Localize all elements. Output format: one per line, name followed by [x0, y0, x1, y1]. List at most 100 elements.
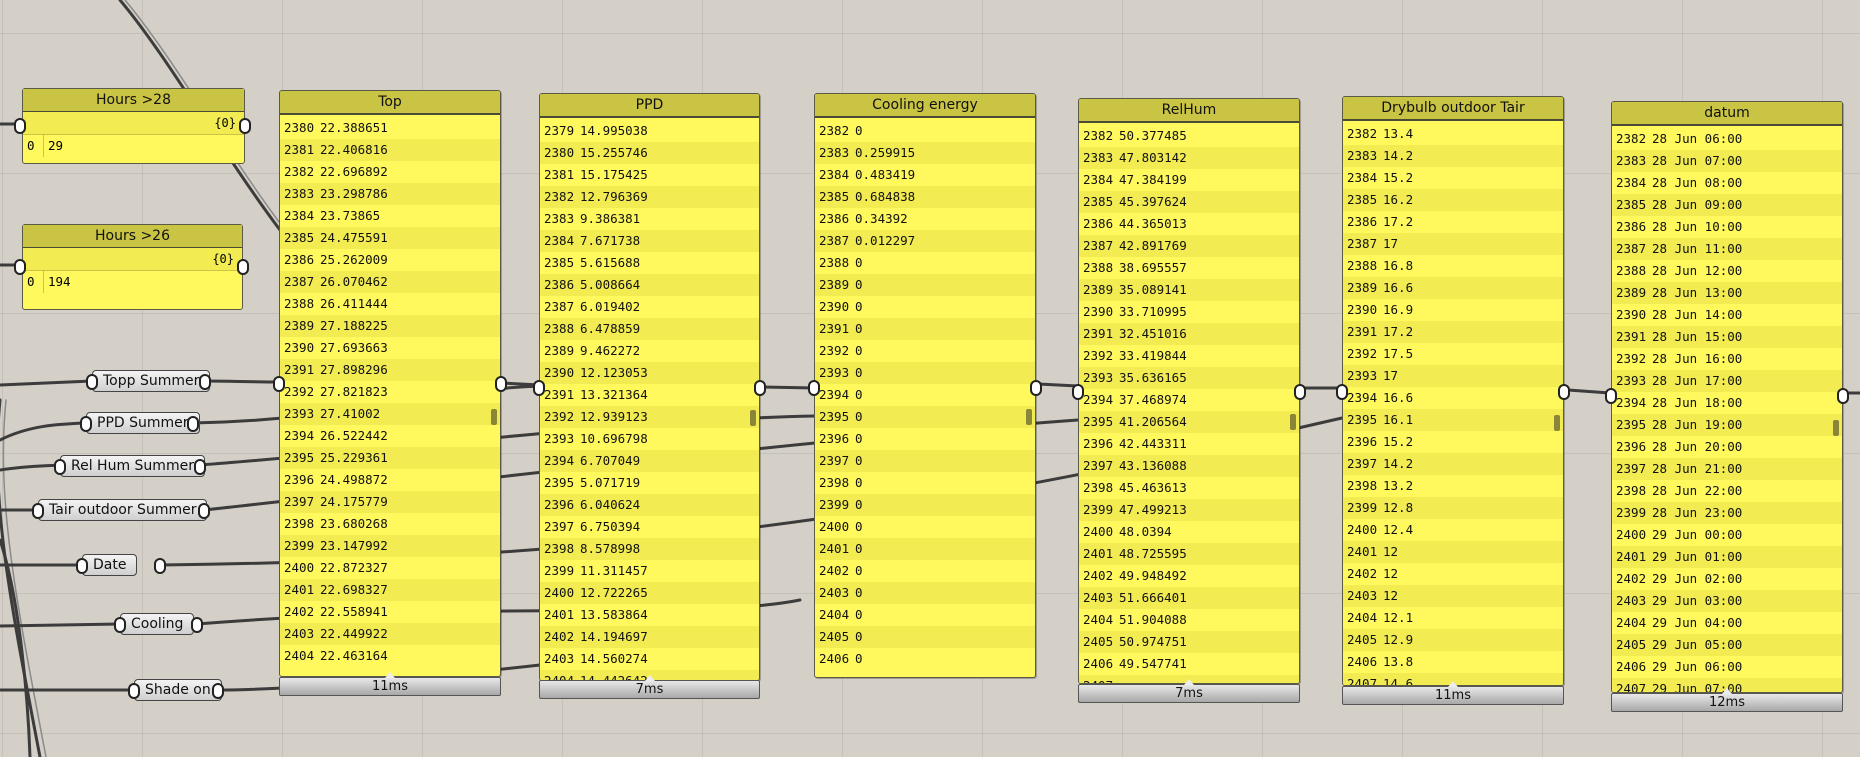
scrollbar-thumb[interactable] [491, 409, 497, 425]
output-port[interactable] [237, 259, 249, 275]
panel-ppd[interactable]: PPD 2379 14.995038 2380 15.255746 2381 15.175… [539, 93, 760, 681]
table-row: 2386 25.262009 [280, 249, 500, 271]
input-port[interactable] [808, 380, 820, 396]
output-port[interactable] [154, 558, 166, 574]
row-index: 2401 [1347, 544, 1378, 559]
row-value: 0 [855, 321, 863, 336]
row-value: 0 [855, 651, 863, 666]
row-list[interactable]: 2380 22.388651 2381 22.406816 2382 22.696892 2… [280, 117, 500, 676]
input-port[interactable] [14, 259, 26, 275]
row-value: 12.939123 [580, 409, 648, 424]
table-row: 2394 37.468974 [1079, 389, 1299, 411]
row-index: 2395 [1083, 414, 1114, 429]
param-topp-summer[interactable]: Topp Summer [92, 370, 211, 392]
scrollbar-thumb[interactable] [1554, 415, 1560, 431]
input-port[interactable] [86, 374, 98, 390]
param-rel-hum-summer[interactable]: Rel Hum Summer [60, 455, 205, 477]
table-row: 2390 33.710995 [1079, 301, 1299, 323]
row-value: 28 Jun 18:00 [1652, 395, 1743, 410]
panel-datum[interactable]: datum 2382 28 Jun 06:00 2383 28 Jun 07:00 23… [1611, 101, 1843, 693]
input-port[interactable] [1072, 384, 1084, 400]
row-index: 2392 [819, 343, 850, 358]
table-row: 2401 12 [1343, 541, 1563, 563]
table-row: 2398 45.463613 [1079, 477, 1299, 499]
output-port[interactable] [754, 380, 766, 396]
output-port[interactable] [239, 118, 251, 134]
param-date[interactable]: Date [82, 554, 138, 576]
table-row: 2382 0 [815, 120, 1035, 142]
table-row: 2387 6.019402 [540, 296, 759, 318]
row-index: 2396 [1083, 436, 1114, 451]
row-index: 2384 [544, 233, 575, 248]
row-value: 14.194697 [580, 629, 648, 644]
hours-over-28-panel[interactable]: Hours >28 {0} 0 29 [22, 88, 245, 164]
table-row: 2389 0 [815, 274, 1035, 296]
output-port[interactable] [187, 416, 199, 432]
row-value: 0 [855, 299, 863, 314]
param-shade-on[interactable]: Shade on [134, 679, 222, 701]
panel-cooling-energy[interactable]: Cooling energy 2382 0 2383 0.259915 2384 0.48… [814, 93, 1036, 678]
row-index: 2389 [1616, 285, 1647, 300]
output-port[interactable] [212, 683, 224, 699]
row-value: 0 [855, 563, 863, 578]
row-value: 50.974751 [1119, 634, 1187, 649]
param-cooling[interactable]: Cooling [120, 613, 195, 635]
input-port[interactable] [1336, 384, 1348, 400]
output-port[interactable] [191, 617, 203, 633]
row-list[interactable]: 2382 28 Jun 06:00 2383 28 Jun 07:00 2384 28 J… [1612, 128, 1842, 692]
row-index: 2398 [284, 516, 315, 531]
panel-drybulb-outdoor-tair[interactable]: Drybulb outdoor Tair 2382 13.4 2383 14.2 238… [1342, 96, 1564, 686]
input-port[interactable] [1605, 388, 1617, 404]
table-row: 2390 12.123053 [540, 362, 759, 384]
hours-over-26-panel[interactable]: Hours >26 {0} 0 194 [22, 224, 243, 310]
row-index: 2390 [1347, 302, 1378, 317]
data-path: {0} [23, 112, 244, 135]
input-port[interactable] [128, 683, 140, 699]
row-value: 23.73865 [320, 208, 381, 223]
grasshopper-canvas[interactable]: Hours >28 {0} 0 29 Hours >26 {0} 0 194 Top… [0, 0, 1860, 757]
input-port[interactable] [80, 416, 92, 432]
table-row: 2383 28 Jun 07:00 [1612, 150, 1842, 172]
row-list[interactable]: 2382 13.4 2383 14.2 2384 15.2 2385 16.2 2386 17.2… [1343, 123, 1563, 685]
output-port[interactable] [495, 376, 507, 392]
scrollbar-thumb[interactable] [1026, 409, 1032, 425]
row-value: 17 [1383, 368, 1399, 383]
panel-relhum[interactable]: RelHum 2382 50.377485 2383 47.803142 2384 47.… [1078, 98, 1300, 684]
input-port[interactable] [273, 376, 285, 392]
param-ppd-summer[interactable]: PPD Summer [86, 412, 200, 434]
output-port[interactable] [199, 374, 211, 390]
output-port[interactable] [1294, 384, 1306, 400]
output-port[interactable] [194, 459, 206, 475]
input-port[interactable] [32, 503, 44, 519]
table-row: 2402 22.558941 [280, 601, 500, 623]
scrollbar-thumb[interactable] [750, 410, 756, 426]
input-port[interactable] [114, 617, 126, 633]
output-port[interactable] [1558, 384, 1570, 400]
output-port[interactable] [198, 503, 210, 519]
param-tair-outdoor-summer[interactable]: Tair outdoor Summer [38, 499, 208, 521]
table-row: 2385 45.397624 [1079, 191, 1299, 213]
scrollbar-thumb[interactable] [1290, 414, 1296, 430]
input-port[interactable] [54, 459, 66, 475]
output-port[interactable] [1837, 388, 1849, 404]
table-row: 2397 14.2 [1343, 453, 1563, 475]
data-path: {0} [23, 248, 242, 271]
row-value: 12.8 [1383, 500, 1414, 515]
input-port[interactable] [533, 380, 545, 396]
row-index: 2380 [284, 120, 315, 135]
row-list[interactable]: 2379 14.995038 2380 15.255746 2381 15.175425 2… [540, 120, 759, 680]
panel-top[interactable]: Top 2380 22.388651 2381 22.406816 2382 22.696… [279, 90, 501, 677]
input-port[interactable] [14, 118, 26, 134]
table-row: 2386 0.34392 [815, 208, 1035, 230]
row-value: 12.1 [1383, 610, 1414, 625]
scrollbar-thumb[interactable] [1833, 420, 1839, 436]
row-value: 23.298786 [320, 186, 388, 201]
row-list[interactable]: 2382 0 2383 0.259915 2384 0.483419 2385 0.68483… [815, 120, 1035, 677]
input-port[interactable] [76, 558, 88, 574]
table-row: 2398 28 Jun 22:00 [1612, 480, 1842, 502]
row-index: 2385 [1083, 194, 1114, 209]
row-list[interactable]: 2382 50.377485 2383 47.803142 2384 47.384199 2… [1079, 125, 1299, 683]
row-index: 2391 [544, 387, 575, 402]
row-index: 2388 [1083, 260, 1114, 275]
output-port[interactable] [1030, 380, 1042, 396]
